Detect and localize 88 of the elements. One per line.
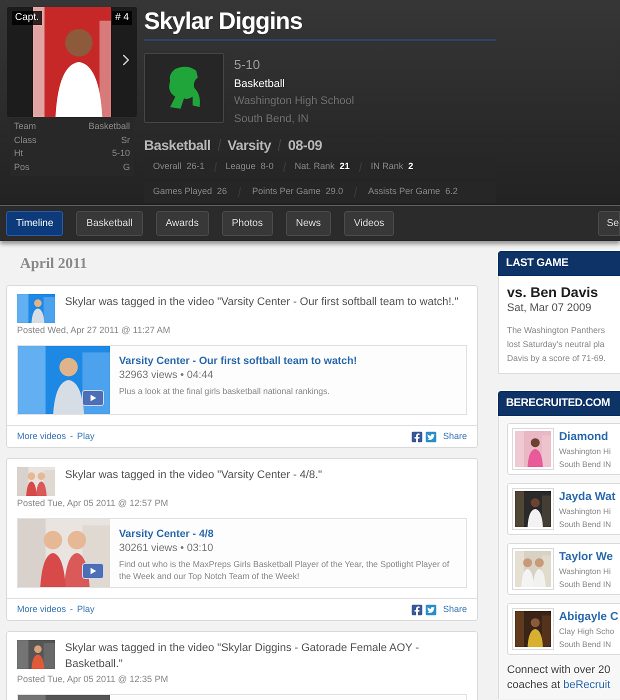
play-icon [89,394,97,402]
play-link[interactable]: Play [77,430,95,444]
captain-badge: Capt. [12,11,42,25]
bio-value: G [122,160,130,174]
tab[interactable]: Videos [344,211,394,236]
season-stat: Games Played 26 [153,185,228,198]
post-timestamp: Posted Wed, Apr 27 2011 @ 11:27 AM [17,324,172,337]
bio-value: Basketball [88,120,130,133]
facebook-icon[interactable] [410,430,423,442]
record-stat: Overall 26-1 [153,160,205,174]
link-separator: - [70,430,74,443]
more-videos-link[interactable]: More videos [17,602,66,616]
school-location: South Bend, IN [234,112,310,127]
video-title[interactable]: Varsity Center - Our first softball team to watch! [119,354,358,368]
recruit-school: Washington Hi [559,566,612,578]
video-thumbnail[interactable] [17,640,55,669]
game-summary: The Washington Panthers lost Saturday's neutral pla Davis by a score of 71-69. [507,324,607,365]
recruit-school: Washington Hi [559,506,612,518]
sport-label: Basketball [234,77,286,92]
recruit-location: South Bend IN [559,639,612,651]
video-description: Find out who is the MaxPreps Girls Basketball Player of the Year, the Spotlight Player of the Week and our Top Notch Team of the Week! [119,558,450,582]
recruit-school: Clay High Scho [559,626,616,638]
video-description: Plus a look at the final girls basketball national rankings. [119,385,331,397]
record-stat: IN Rank 2 [370,160,414,174]
section-header: LAST GAME [498,251,620,276]
tab[interactable]: Awards [156,211,209,236]
season-label: Basketball [144,136,211,154]
school-name: Washington High School [234,94,354,109]
play-button[interactable] [82,563,104,579]
connect-text: coaches at [507,678,560,693]
share-link[interactable]: Share [442,602,467,616]
record-stat: League 8-0 [226,160,274,174]
recruit-name[interactable]: Taylor We [559,549,613,565]
facebook-icon[interactable] [410,604,423,616]
more-videos-link[interactable]: More videos [17,430,66,444]
bio-label: Class [14,134,37,146]
play-button[interactable] [82,390,104,406]
video-thumbnail[interactable] [17,467,55,496]
player-height: 5-10 [234,57,262,73]
post-text: Skylar was tagged in the video "Varsity Center - Our first softball team to watch!." [65,295,458,310]
video-title[interactable]: Varsity Center - 4/8 [119,527,457,541]
recruit-location: South Bend IN [559,519,612,531]
share-link[interactable]: Share [442,430,467,444]
season-label: 08-09 [288,136,322,154]
recruit-name[interactable]: Diamond [559,429,612,445]
section-header: BERECRUITED.COM [498,391,620,416]
bio-label: Pos [14,160,30,174]
recruit-card[interactable]: Taylor We Washington Hi South Bend IN [507,543,620,595]
recruit-location: South Bend IN [559,579,612,591]
record-stat: Nat. Rank 21 [294,160,350,174]
post-text: Skylar was tagged in the video "Skylar Diggins - Gatorade Female AOY - Basketball." [65,641,420,672]
tab[interactable]: News [286,211,331,236]
jersey-number: # 4 [112,11,132,25]
tab[interactable]: Basketball [76,211,143,236]
recruit-card[interactable]: Diamond Washington Hi South Bend IN [507,423,620,475]
post-timestamp: Posted Tue, Apr 05 2011 @ 12:35 PM [17,673,170,686]
twitter-icon[interactable] [424,604,437,616]
season-label: Varsity [228,136,272,155]
link-separator: - [70,602,74,616]
season-stat: Assists Per Game 6.2 [368,185,458,198]
tab[interactable]: Photos [222,211,273,236]
bio-value: Sr [121,134,130,146]
berecruited-link[interactable]: beRecruit [563,678,610,693]
connect-text: Connect with over 20 [507,663,612,678]
month-heading: April 2011 [20,255,88,273]
opponent-name: vs. Ben Davis [507,283,600,301]
bio-label: Team [14,120,36,133]
recruit-location: South Bend IN [559,459,612,471]
recruit-card[interactable]: Jayda Wat Washington Hi South Bend IN [507,483,620,535]
video-meta: 30261 views • 03:10 [119,541,214,555]
play-icon [89,567,97,575]
play-link[interactable]: Play [77,602,95,616]
tab[interactable]: Se [598,211,620,236]
recruit-card[interactable]: Abigayle C Clay High Scho South Bend IN [507,603,620,655]
player-name: Skylar Diggins [144,7,304,37]
bio-value: 5-10 [112,147,130,160]
game-date: Sat, Mar 07 2009 [507,301,592,315]
twitter-icon[interactable] [424,430,437,442]
post-timestamp: Posted Tue, Apr 05 2011 @ 12:57 PM [17,497,170,510]
bio-label: Ht [14,147,23,160]
recruit-name[interactable]: Jayda Wat [559,489,616,505]
post-text: Skylar was tagged in the video "Varsity Center - 4/8." [65,468,322,483]
tab[interactable]: Timeline [6,211,64,236]
video-thumbnail[interactable] [17,294,55,323]
recruit-school: Washington Hi [559,446,612,458]
season-stat: Points Per Game 29.0 [252,185,344,198]
recruit-name[interactable]: Abigayle C [559,609,618,625]
video-meta: 32963 views • 04:44 [119,368,214,382]
